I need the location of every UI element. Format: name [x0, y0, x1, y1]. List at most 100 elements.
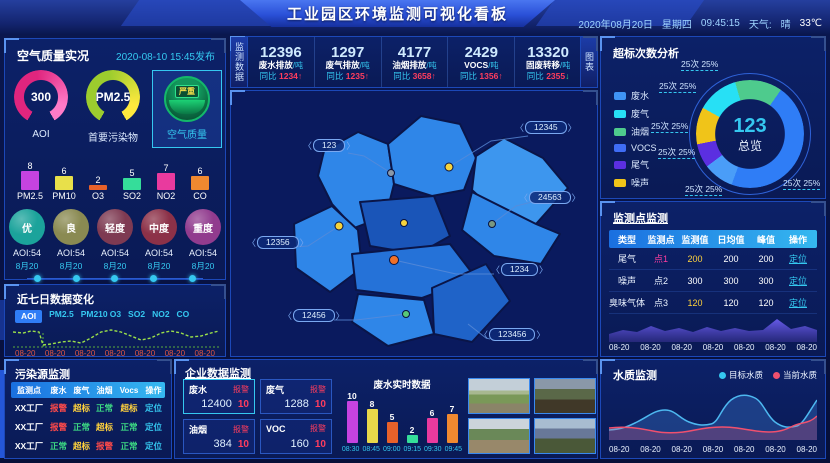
donut-callout: 25次 25% — [659, 81, 696, 93]
gauge-primary-pollutant: PM2.5 首要污染物 — [80, 70, 146, 144]
panel-title-week: 近七日数据变化 — [5, 285, 225, 307]
week-tab-pm25[interactable]: PM2.5 — [49, 310, 74, 319]
pollutant-bar: 7 NO2 — [151, 156, 181, 202]
bar-0945: 7 — [447, 405, 458, 443]
locate-link[interactable]: 定位 — [142, 402, 165, 414]
bar-0845: 8 — [367, 400, 378, 443]
map-label[interactable]: 12356 — [247, 236, 309, 249]
pollutant-bar: 6 PM10 — [49, 156, 79, 202]
pollution-table-row[interactable]: XX工厂 正常 超标 报警 正常 定位 — [11, 436, 165, 454]
legend-wastewater[interactable]: 废水 — [614, 89, 657, 102]
legend-current-water[interactable]: 当前水质 — [773, 369, 817, 381]
header-weekday: 星期四 — [662, 16, 692, 31]
map-label[interactable]: 12456 — [283, 309, 345, 322]
monitor-points-panel: 监测点监测 类型监测点监测值 日均值峰值操作 尾气 点1 200 200 200… — [600, 201, 826, 357]
enterprise-cards: 废水报警 1240010 废气报警 128810 油烟报警 38410 VOC报… — [183, 379, 332, 454]
pollution-table[interactable]: 监测点废水废气 油烟Vocs操作 XX工厂 报警 超标 正常 超标 定位 XX工… — [11, 382, 165, 454]
air-quality-label: 空气质量 — [167, 126, 207, 141]
week-tab-co[interactable]: CO — [177, 310, 190, 319]
donut-callout: 25次 25% — [685, 184, 722, 196]
primary-pollutant-label: 首要污染物 — [88, 129, 138, 144]
map-label[interactable]: 24563 — [519, 191, 581, 204]
card-wastegas[interactable]: 废气报警 128810 — [260, 379, 332, 414]
timeline-dot[interactable] — [34, 275, 41, 282]
air-quality-circle: 严重 — [164, 76, 210, 122]
trend-down-icon: ↓ — [565, 71, 569, 81]
pollutant-bar: 2 O3 — [83, 156, 113, 202]
panel-title-pollution: 污染源监测 — [5, 360, 171, 382]
points-table: 类型监测点监测值 日均值峰值操作 尾气 点1 200 200 200 定位 噪声… — [609, 230, 817, 314]
points-area-chart — [609, 314, 817, 342]
legend-exhaust[interactable]: 尾气 — [614, 158, 657, 171]
locate-link[interactable]: 定位 — [783, 296, 813, 309]
points-table-row[interactable]: 尾气 点1 200 200 200 定位 — [609, 248, 817, 270]
legend-vocs[interactable]: VOCS — [614, 143, 657, 153]
bar-0900: 5 — [387, 413, 398, 443]
points-table-header: 类型监测点监测值 日均值峰值操作 — [609, 230, 817, 248]
card-wastewater[interactable]: 废水报警 1240010 — [183, 379, 255, 414]
panel-title-points: 监测点监测 — [601, 202, 825, 226]
week-tab-o3[interactable]: O3 — [110, 310, 121, 319]
locate-link[interactable]: 定位 — [142, 440, 165, 452]
map-label[interactable]: 1234 — [491, 263, 548, 276]
site-photo[interactable] — [468, 378, 530, 414]
site-photos — [468, 378, 596, 454]
week-tab-aoi[interactable]: AOI — [15, 310, 42, 323]
locate-link[interactable]: 定位 — [783, 252, 813, 265]
pollution-table-row[interactable]: XX工厂 报警 超标 正常 超标 定位 — [11, 398, 165, 417]
weather-label: 天气: — [749, 16, 772, 31]
points-table-row[interactable]: 噪声 点2 300 300 300 定位 — [609, 270, 817, 292]
trend-up-icon: ↑ — [298, 71, 302, 81]
points-table-row[interactable]: 臭味气体 点3 120 120 120 定位 — [609, 292, 817, 314]
timeline-dot[interactable] — [73, 275, 80, 282]
locate-link[interactable]: 定位 — [783, 274, 813, 287]
aqi-level-row: 优 AOI:54 8月20 良 AOI:54 8月20 轻度 AOI:54 8月… — [5, 209, 225, 272]
stat-fume: 4177 油烟排放/吨 同比 3658↑ — [381, 37, 448, 87]
aqi-level-item: 良 AOI:54 8月20 — [50, 209, 92, 272]
timeline-dot[interactable] — [189, 275, 196, 282]
trend-up-icon: ↑ — [365, 71, 369, 81]
header-date: 2020年08月20日 — [578, 16, 653, 31]
monitor-stats-bar: 监测数据 图表 12396 废水排放/吨 同比 1234↑ 1297 废气排放/… — [230, 36, 598, 88]
week-tabs: AOI PM2.5 PM210 O3 SO2 NO2 CO — [15, 310, 225, 323]
exceed-analysis-panel: 超标次数分析 废水 废气 油烟 VOCS 尾气 噪声 123 总览 25次 25… — [600, 36, 826, 199]
stat-wastegas: 1297 废气排放/吨 同比 1235↑ — [314, 37, 381, 87]
bar-0930: 6 — [427, 409, 438, 443]
map-label[interactable]: 123 — [303, 139, 355, 152]
gauge-aoi: 300 AOI — [8, 70, 74, 140]
pollutant-bar: 8 PM2.5 — [15, 156, 45, 202]
pollutant-bar: 5 SO2 — [117, 156, 147, 202]
week-tab-no2[interactable]: NO2 — [152, 310, 169, 319]
site-photo[interactable] — [468, 418, 530, 454]
week-tab-so2[interactable]: SO2 — [128, 310, 145, 319]
legend-noise[interactable]: 噪声 — [614, 176, 657, 189]
map-label[interactable]: 123456 — [479, 328, 545, 341]
trend-up-icon: ↑ — [432, 71, 436, 81]
tab-monitor-data[interactable]: 监测数据 — [231, 37, 248, 87]
site-photo[interactable] — [534, 378, 596, 414]
temperature: 33℃ — [800, 18, 822, 29]
pollutant-bar: 6 CO — [185, 156, 215, 202]
site-photo[interactable] — [534, 418, 596, 454]
pollution-table-header: 监测点废水废气 油烟Vocs操作 — [11, 382, 165, 398]
title-banner: 工业园区环境监测可视化看板 — [240, 0, 555, 27]
card-fume[interactable]: 油烟报警 38410 — [183, 419, 255, 454]
aqi-level-item: 轻度 AOI:54 8月20 — [94, 209, 136, 272]
wave-decor — [169, 100, 205, 114]
timeline-dot[interactable] — [150, 275, 157, 282]
page-title: 工业园区环境监测可视化看板 — [287, 3, 508, 24]
timeline-dot[interactable] — [111, 275, 118, 282]
locate-link[interactable]: 定位 — [142, 421, 165, 433]
legend-wastegas[interactable]: 废气 — [614, 107, 657, 120]
tab-chart[interactable]: 图表 — [580, 37, 597, 87]
donut-total-label: 总览 — [738, 137, 762, 154]
points-x-axis: 08-2008-20 08-2008-20 08-2008-20 08-20 — [609, 343, 817, 352]
weather-value: 晴 — [781, 16, 791, 31]
air-quality-card[interactable]: 严重 空气质量 — [152, 70, 222, 148]
aqi-level-item: 重度 AOI:54 8月20 — [182, 209, 224, 272]
card-voc[interactable]: VOC报警 16010 — [260, 419, 332, 454]
legend-target-water[interactable]: 目标水质 — [719, 369, 763, 381]
pollution-table-row[interactable]: XX工厂 报警 正常 超标 正常 定位 — [11, 417, 165, 436]
map-label[interactable]: 12345 — [515, 121, 577, 134]
week-tab-pm210[interactable]: PM210 — [81, 310, 103, 319]
